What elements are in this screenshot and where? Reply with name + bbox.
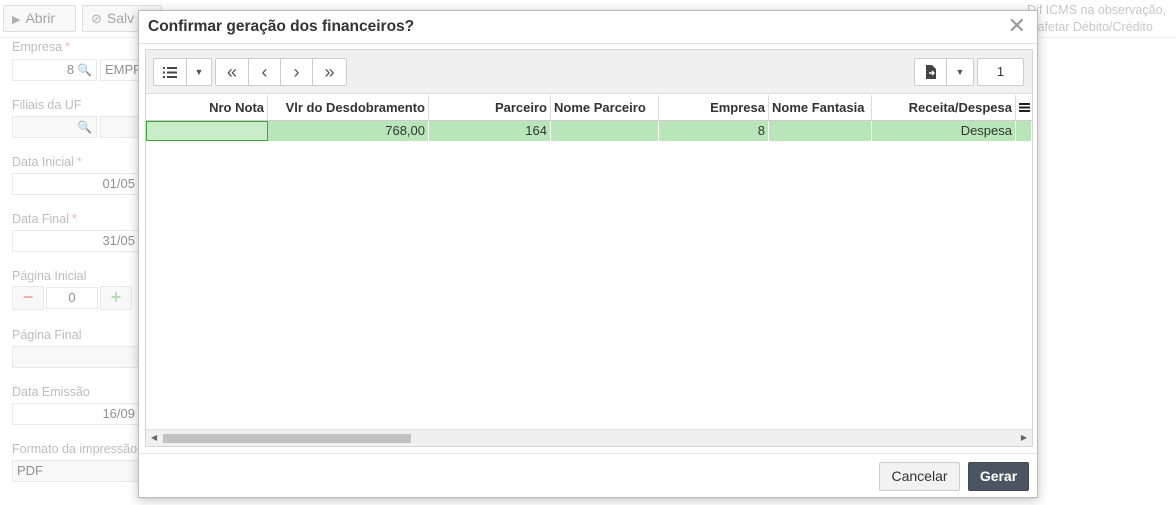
cell-filler (1016, 121, 1032, 141)
chevron-left-icon: ‹ (261, 61, 268, 82)
close-icon[interactable]: ✕ (1008, 14, 1026, 38)
cell-parceiro[interactable]: 164 (429, 121, 551, 141)
double-chevron-left-icon: « (226, 61, 237, 82)
export-dropdown-button[interactable]: ▼ (947, 59, 973, 85)
column-header-nro-nota[interactable]: Nro Nota (146, 95, 268, 120)
scroll-left-icon[interactable]: ◀ (151, 433, 157, 442)
horizontal-scrollbar[interactable]: ◀ ▶ (146, 429, 1032, 446)
export-file-icon (925, 65, 936, 79)
export-button[interactable] (915, 59, 947, 85)
cell-nome-fantasia[interactable] (769, 121, 872, 141)
column-header-nome-fantasia[interactable]: Nome Fantasia (769, 95, 872, 120)
export-group: ▼ (914, 58, 974, 86)
cell-empresa[interactable]: 8 (659, 121, 769, 141)
scroll-right-icon[interactable]: ▶ (1021, 433, 1027, 442)
next-page-button[interactable]: › (281, 59, 313, 85)
prev-page-button[interactable]: ‹ (249, 59, 281, 85)
cell-receita-despesa[interactable]: Despesa (872, 121, 1016, 141)
dialog-title: Confirmar geração dos financeiros? (148, 18, 415, 35)
cancel-button[interactable]: Cancelar (879, 462, 960, 491)
page-number-input[interactable]: 1 (977, 58, 1024, 86)
view-menu-group: ▼ (153, 58, 212, 86)
table-row[interactable]: 768,00 164 8 Despesa (146, 121, 1032, 141)
confirm-dialog: Confirmar geração dos financeiros? ✕ ▼ «… (138, 10, 1038, 498)
grid-header-row: Nro Nota Vlr do Desdobramento Parceiro N… (146, 95, 1032, 121)
cell-vlr-desdobramento[interactable]: 768,00 (268, 121, 429, 141)
column-header-parceiro[interactable]: Parceiro (429, 95, 551, 120)
data-grid: ▼ « ‹ › » ▼ 1 Nro Nota Vlr do Desdobrame… (145, 49, 1033, 447)
grid-table: Nro Nota Vlr do Desdobramento Parceiro N… (146, 95, 1032, 141)
pagination-group: « ‹ › » (215, 58, 347, 86)
dialog-footer: Cancelar Gerar (139, 453, 1037, 497)
scrollbar-thumb[interactable] (163, 434, 411, 443)
double-chevron-right-icon: » (324, 61, 335, 82)
dialog-header: Confirmar geração dos financeiros? ✕ (139, 11, 1037, 44)
hamburger-icon (1018, 103, 1030, 112)
column-menu-button[interactable] (1016, 95, 1032, 120)
column-header-vlr-desdobramento[interactable]: Vlr do Desdobramento (268, 95, 429, 120)
generate-button[interactable]: Gerar (968, 462, 1029, 491)
grid-toolbar: ▼ « ‹ › » ▼ 1 (146, 50, 1032, 94)
caret-down-icon: ▼ (194, 67, 204, 77)
list-icon (163, 66, 177, 78)
first-page-button[interactable]: « (216, 59, 249, 85)
column-header-receita-despesa[interactable]: Receita/Despesa (872, 95, 1016, 120)
column-header-nome-parceiro[interactable]: Nome Parceiro (551, 95, 659, 120)
list-view-button[interactable] (154, 59, 187, 85)
column-header-empresa[interactable]: Empresa (659, 95, 769, 120)
caret-down-icon: ▼ (955, 67, 965, 77)
last-page-button[interactable]: » (313, 59, 346, 85)
chevron-right-icon: › (293, 61, 300, 82)
cell-nome-parceiro[interactable] (551, 121, 659, 141)
cell-nro-nota[interactable] (146, 121, 268, 141)
view-dropdown-button[interactable]: ▼ (187, 59, 211, 85)
